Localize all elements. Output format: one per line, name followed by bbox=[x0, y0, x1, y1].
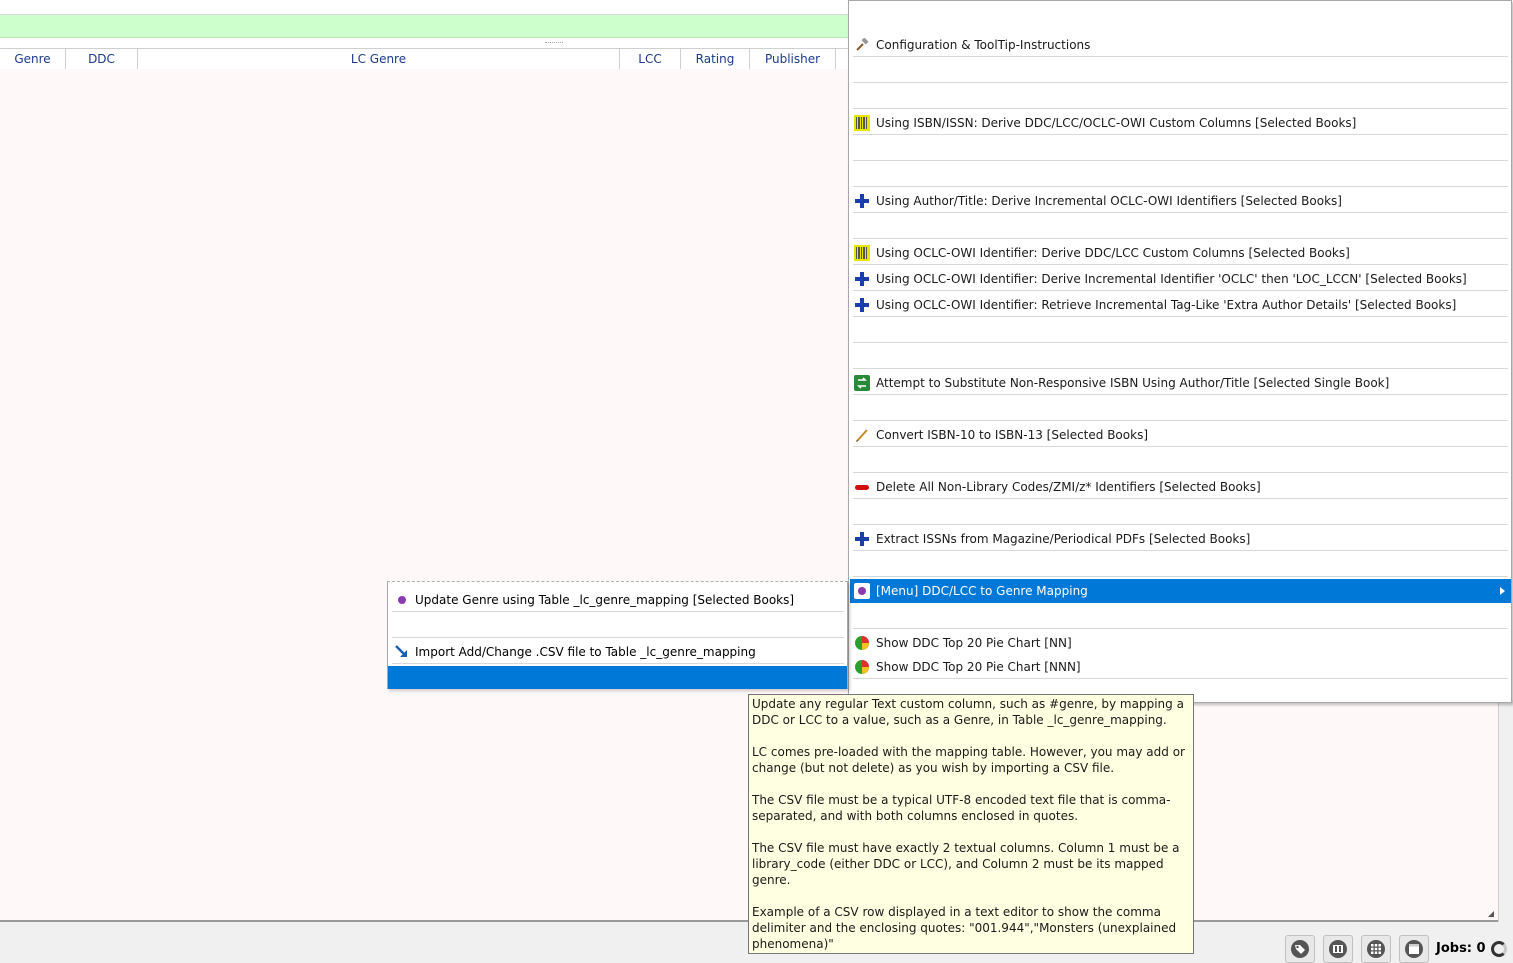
menu-separator bbox=[853, 605, 1508, 629]
menu-item-label: [Menu] DDC/LCC to Genre Mapping bbox=[876, 584, 1088, 598]
menu-separator bbox=[853, 215, 1508, 239]
submenu-item-label: Update Genre using Table _lc_genre_mappi… bbox=[415, 592, 795, 607]
tooltip-paragraph: Update any regular Text custom column, s… bbox=[752, 697, 1184, 727]
tooltip-paragraph: The CSV file must have exactly 2 textual… bbox=[752, 841, 1180, 887]
layout-icon bbox=[1405, 940, 1423, 958]
column-header-lcc[interactable]: LCC bbox=[620, 49, 681, 69]
menu-item-label: Using ISBN/ISSN: Derive DDC/LCC/OCLC-OWI… bbox=[876, 115, 1357, 130]
menu-item-extract-issns[interactable]: Extract ISSNs from Magazine/Periodical P… bbox=[853, 527, 1508, 551]
jobs-counter[interactable]: Jobs: 0 bbox=[1436, 941, 1486, 956]
menu-item-label: Convert ISBN-10 to ISBN-13 [Selected Boo… bbox=[876, 427, 1148, 442]
menu-separator bbox=[853, 59, 1508, 83]
tag-browser-button[interactable] bbox=[1285, 935, 1315, 963]
menu-separator bbox=[853, 501, 1508, 525]
layout-button[interactable] bbox=[1399, 935, 1429, 963]
genre-mapping-submenu: Update Genre using Table _lc_genre_mappi… bbox=[387, 581, 848, 689]
context-menu: Configuration & ToolTip-Instructions Usi… bbox=[848, 0, 1512, 703]
menu-item-label: Show DDC Top 20 Pie Chart [NNN] bbox=[876, 659, 1081, 674]
hammer-icon bbox=[854, 37, 870, 53]
submenu-item-import-csv[interactable]: Import Add/Change .CSV file to Table _lc… bbox=[392, 640, 844, 664]
tooltip: Update any regular Text custom column, s… bbox=[748, 694, 1194, 954]
barcode-icon bbox=[854, 244, 870, 261]
menu-item-oclc-extra-author-details[interactable]: Using OCLC-OWI Identifier: Retrieve Incr… bbox=[853, 293, 1508, 317]
search-highlight-bar bbox=[0, 15, 848, 38]
menu-item-oclc-derive-ddc-lcc[interactable]: Using OCLC-OWI Identifier: Derive DDC/LC… bbox=[853, 241, 1508, 265]
menu-separator bbox=[853, 163, 1508, 187]
book-details-icon bbox=[1329, 940, 1347, 958]
menu-item-pie-chart-nnn[interactable]: Show DDC Top 20 Pie Chart [NNN] bbox=[853, 655, 1508, 679]
column-header-lc-genre[interactable]: LC Genre bbox=[138, 49, 620, 69]
menu-item-delete-identifiers[interactable]: Delete All Non-Library Codes/ZMI/z* Iden… bbox=[853, 475, 1508, 499]
tooltip-paragraph: Example of a CSV row displayed in a text… bbox=[752, 905, 1177, 951]
tooltip-paragraph: LC comes pre-loaded with the mapping tab… bbox=[752, 745, 1185, 775]
menu-item-configuration[interactable]: Configuration & ToolTip-Instructions bbox=[853, 33, 1508, 57]
submenu-item-update-genre[interactable]: Update Genre using Table _lc_genre_mappi… bbox=[392, 588, 844, 612]
menu-item-substitute-isbn[interactable]: Attempt to Substitute Non-Responsive ISB… bbox=[853, 371, 1508, 395]
menu-separator bbox=[853, 553, 1508, 577]
menu-item-label: Configuration & ToolTip-Instructions bbox=[876, 37, 1091, 52]
menu-item-oclc-derive-identifier[interactable]: Using OCLC-OWI Identifier: Derive Increm… bbox=[853, 267, 1508, 291]
tooltip-paragraph: The CSV file must be a typical UTF-8 enc… bbox=[752, 793, 1171, 823]
menu-item-author-title-derive-oclc[interactable]: Using Author/Title: Derive Incremental O… bbox=[853, 189, 1508, 213]
pencil-icon bbox=[854, 427, 870, 443]
plus-icon bbox=[854, 193, 870, 209]
busy-spinner-icon bbox=[1491, 941, 1507, 957]
submenu-arrow-icon bbox=[1500, 587, 1505, 595]
substitute-icon bbox=[854, 374, 870, 391]
grid-icon bbox=[1367, 940, 1385, 958]
column-header-publisher[interactable]: Publisher bbox=[750, 49, 836, 69]
import-arrow-icon bbox=[394, 644, 410, 660]
vertical-scrollbar[interactable] bbox=[1498, 700, 1513, 922]
barcode-icon bbox=[854, 114, 870, 131]
menu-separator bbox=[853, 137, 1508, 161]
pie-chart-icon bbox=[854, 659, 870, 675]
purple-dot-icon bbox=[394, 592, 410, 608]
menu-item-pie-chart-nn[interactable]: Show DDC Top 20 Pie Chart [NN] bbox=[853, 631, 1508, 655]
menu-item-label: Show DDC Top 20 Pie Chart [NN] bbox=[876, 636, 1072, 650]
column-header-genre[interactable]: Genre bbox=[0, 49, 66, 69]
menu-item-label: Using OCLC-OWI Identifier: Derive DDC/LC… bbox=[876, 245, 1350, 260]
menu-separator bbox=[853, 397, 1508, 421]
delete-icon bbox=[854, 479, 870, 495]
menu-item-genre-mapping[interactable]: [Menu] DDC/LCC to Genre Mapping bbox=[850, 579, 1511, 603]
splitter-handle[interactable] bbox=[0, 38, 848, 48]
menu-separator bbox=[853, 345, 1508, 369]
menu-separator bbox=[853, 449, 1508, 473]
menu-separator bbox=[853, 85, 1508, 109]
menu-item-label: Delete All Non-Library Codes/ZMI/z* Iden… bbox=[876, 479, 1261, 494]
table-header: Genre DDC LC Genre LCC Rating Publisher bbox=[0, 48, 848, 70]
menu-separator bbox=[853, 319, 1508, 343]
submenu-separator bbox=[392, 614, 844, 638]
cover-grid-button[interactable] bbox=[1361, 935, 1391, 963]
menu-item-label: Using Author/Title: Derive Incremental O… bbox=[876, 193, 1342, 208]
menu-item-label: Using OCLC-OWI Identifier: Derive Increm… bbox=[876, 271, 1467, 286]
submenu-selected-blank-row[interactable] bbox=[388, 666, 847, 689]
menu-item-label: Using OCLC-OWI Identifier: Retrieve Incr… bbox=[876, 297, 1457, 312]
menu-item-label: Extract ISSNs from Magazine/Periodical P… bbox=[876, 531, 1251, 546]
plus-icon bbox=[854, 271, 870, 287]
tag-icon bbox=[1291, 940, 1309, 958]
column-header-rating[interactable]: Rating bbox=[681, 49, 750, 69]
menu-item-convert-isbn[interactable]: Convert ISBN-10 to ISBN-13 [Selected Boo… bbox=[853, 423, 1508, 447]
column-header-ddc[interactable]: DDC bbox=[66, 49, 138, 69]
resize-grip-icon[interactable] bbox=[1487, 910, 1495, 918]
plus-icon bbox=[854, 297, 870, 313]
plus-icon bbox=[854, 531, 870, 547]
pie-chart-icon bbox=[854, 635, 870, 651]
menu-item-isbn-derive-ddc-lcc-oclc[interactable]: Using ISBN/ISSN: Derive DDC/LCC/OCLC-OWI… bbox=[853, 111, 1508, 135]
window-top-band bbox=[0, 0, 848, 15]
submenu-item-label: Import Add/Change .CSV file to Table _lc… bbox=[415, 644, 756, 659]
genre-mapping-icon bbox=[854, 583, 870, 599]
menu-item-label: Attempt to Substitute Non-Responsive ISB… bbox=[876, 375, 1390, 390]
book-details-button[interactable] bbox=[1323, 935, 1353, 963]
splitter-grip[interactable] bbox=[545, 42, 563, 45]
